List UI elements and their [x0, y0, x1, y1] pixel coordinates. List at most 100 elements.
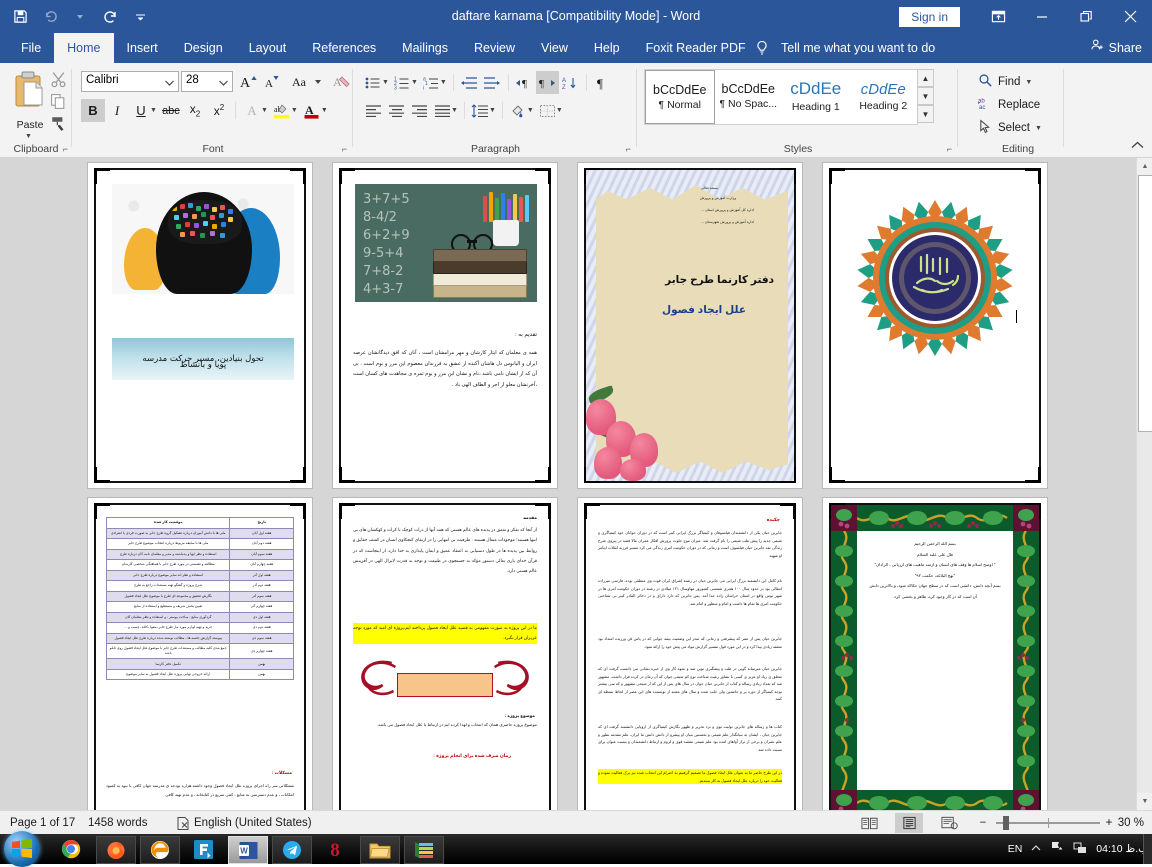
highlight-dropdown-icon[interactable]: ▼: [291, 107, 298, 114]
font-name-input[interactable]: Calibri: [81, 71, 179, 92]
ribbon-display-options-icon[interactable]: [976, 0, 1020, 33]
superscript-button[interactable]: x2: [207, 99, 231, 122]
paragraph-dialog-launcher-icon[interactable]: ⌐: [626, 144, 631, 154]
word-icon[interactable]: W: [228, 836, 268, 864]
decrease-indent-button[interactable]: [458, 71, 481, 94]
shrink-font-icon[interactable]: A: [263, 71, 285, 92]
zoom-level[interactable]: 30 %: [1118, 811, 1144, 835]
document-page-3[interactable]: بسمه تعالی وزارت آموزش و پرورش اداره کل …: [578, 163, 802, 488]
align-right-button[interactable]: [408, 99, 431, 122]
tell-me-search[interactable]: Tell me what you want to do: [781, 33, 935, 63]
copy-icon[interactable]: [50, 93, 67, 115]
line-spacing-dropdown-icon[interactable]: ▼: [489, 107, 496, 114]
font-color-dropdown-icon[interactable]: ▼: [321, 107, 328, 114]
chrome-icon[interactable]: [52, 836, 90, 862]
minimize-icon[interactable]: [1020, 0, 1064, 33]
tab-mailings[interactable]: Mailings: [389, 33, 461, 63]
bullets-dropdown-icon[interactable]: ▼: [382, 79, 389, 86]
scrollbar-track[interactable]: [1137, 175, 1152, 793]
grow-font-icon[interactable]: A: [239, 71, 261, 92]
tab-file[interactable]: File: [8, 33, 54, 63]
styles-more-icon[interactable]: ▼: [917, 105, 934, 123]
styles-scroll-up-icon[interactable]: ▲: [917, 69, 934, 87]
tab-design[interactable]: Design: [171, 33, 236, 63]
sort-button[interactable]: AZ: [559, 71, 582, 94]
tab-view[interactable]: View: [528, 33, 581, 63]
action-center-flag-icon[interactable]: [1050, 841, 1064, 857]
underline-dropdown-icon[interactable]: ▼: [150, 107, 157, 114]
vertical-scrollbar[interactable]: ▲ ▼: [1136, 158, 1152, 810]
share-button[interactable]: Share: [1090, 33, 1142, 63]
show-desktop-button[interactable]: [1143, 834, 1152, 864]
ltr-text-direction-button[interactable]: ¶: [513, 71, 536, 94]
italic-button[interactable]: I: [105, 99, 129, 122]
network-icon[interactable]: [1073, 841, 1087, 857]
clock[interactable]: 04:10 ب.ظ: [1096, 843, 1148, 855]
bold-button[interactable]: B: [81, 99, 105, 122]
text-effects-dropdown-icon[interactable]: ▼: [261, 107, 268, 114]
edge-icon[interactable]: [140, 836, 180, 864]
find-button[interactable]: Find ▼: [978, 73, 1032, 91]
font-dialog-launcher-icon[interactable]: ⌐: [342, 144, 347, 154]
scroll-down-icon[interactable]: ▼: [1137, 793, 1152, 810]
language-indicator[interactable]: English (United States): [194, 811, 312, 835]
font-size-input[interactable]: 28: [181, 71, 233, 92]
change-case-icon[interactable]: Aa: [290, 71, 324, 92]
shading-dropdown-icon[interactable]: ▼: [527, 107, 534, 114]
scrollbar-thumb[interactable]: [1138, 175, 1152, 432]
cut-icon[interactable]: [50, 71, 67, 93]
foxit-reader-icon[interactable]: [184, 836, 222, 862]
file-explorer-icon[interactable]: [360, 836, 400, 864]
document-page-6[interactable]: مقدمه از آنجا که تفکر و تعمق در پدیده ها…: [333, 498, 557, 810]
collapse-ribbon-icon[interactable]: [1131, 141, 1144, 152]
borders-dropdown-icon[interactable]: ▼: [556, 107, 563, 114]
styles-dialog-launcher-icon[interactable]: ⌐: [947, 144, 952, 154]
scroll-up-icon[interactable]: ▲: [1137, 158, 1152, 175]
winrar-icon[interactable]: [404, 836, 444, 864]
tab-home[interactable]: Home: [54, 33, 114, 63]
firefox-icon[interactable]: [96, 836, 136, 864]
show-formatting-marks-button[interactable]: ¶: [591, 71, 614, 94]
read-mode-icon[interactable]: [855, 813, 883, 833]
tab-insert[interactable]: Insert: [114, 33, 171, 63]
tab-references[interactable]: References: [299, 33, 389, 63]
clipboard-dialog-launcher-icon[interactable]: ⌐: [63, 144, 68, 154]
tab-review[interactable]: Review: [461, 33, 528, 63]
document-page-4[interactable]: [823, 163, 1047, 488]
rtl-text-direction-button[interactable]: ¶: [535, 71, 559, 94]
tab-foxit-reader-pdf[interactable]: Foxit Reader PDF: [633, 33, 759, 63]
justify-dropdown-icon[interactable]: ▼: [451, 107, 458, 114]
strikethrough-button[interactable]: abc: [159, 99, 183, 122]
format-painter-icon[interactable]: [50, 115, 68, 138]
print-layout-icon[interactable]: [895, 813, 923, 833]
start-orb-icon[interactable]: [4, 831, 40, 867]
document-page-5[interactable]: موقعیت کار شده تاریخ ملی ها با دانش آموز…: [88, 498, 312, 810]
font-size-dropdown-icon[interactable]: [219, 77, 228, 89]
find-dropdown-icon[interactable]: ▼: [1025, 79, 1032, 86]
tab-layout[interactable]: Layout: [236, 33, 300, 63]
select-button[interactable]: Select ▼: [978, 119, 1042, 137]
numbering-dropdown-icon[interactable]: ▼: [411, 79, 418, 86]
eight-app-icon[interactable]: 8: [316, 836, 354, 862]
select-dropdown-icon[interactable]: ▼: [1035, 125, 1042, 132]
web-layout-icon[interactable]: [935, 813, 963, 833]
increase-indent-button[interactable]: [481, 71, 504, 94]
align-left-button[interactable]: [362, 99, 385, 122]
styles-scroll-down-icon[interactable]: ▼: [917, 87, 934, 105]
tray-language[interactable]: EN: [1008, 843, 1023, 855]
style-heading-1[interactable]: cDdEe Heading 1: [782, 70, 850, 122]
document-page-1[interactable]: تحول بنیادین، مسیر حرکت مدرسه پویا و بان…: [88, 163, 312, 488]
telegram-icon[interactable]: [272, 836, 312, 864]
document-page-2[interactable]: 3+7+5 8-4/2 6+2+9 9-5+4 7+8-2 4+3-7 تقدی…: [333, 163, 557, 488]
tab-help[interactable]: Help: [581, 33, 633, 63]
restore-icon[interactable]: [1064, 0, 1108, 33]
close-icon[interactable]: [1108, 0, 1152, 33]
style-no-spacing[interactable]: bCcDdEe ¶ No Spac...: [715, 70, 783, 122]
style-heading-2[interactable]: cDdEe Heading 2: [850, 70, 918, 122]
paste-icon[interactable]: [14, 71, 48, 116]
style-normal[interactable]: bCcDdEe ¶ Normal: [645, 70, 715, 124]
zoom-slider-handle[interactable]: [1003, 816, 1009, 830]
paste-dropdown-icon[interactable]: ▼: [25, 133, 32, 140]
zoom-in-button[interactable]: +: [1102, 811, 1116, 835]
word-count[interactable]: 1458 words: [88, 811, 147, 835]
